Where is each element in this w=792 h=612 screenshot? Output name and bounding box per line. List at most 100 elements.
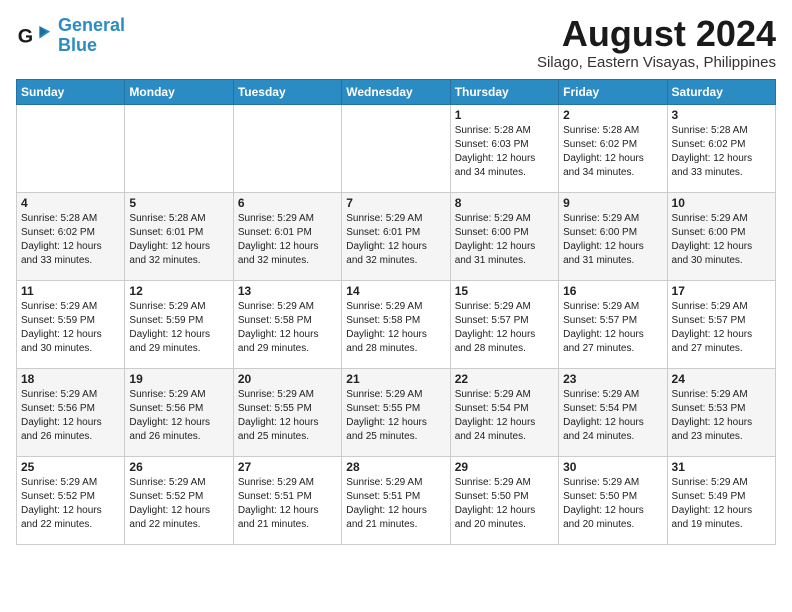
day-info: Sunrise: 5:29 AM Sunset: 5:50 PM Dayligh… <box>455 476 554 532</box>
day-info: Sunrise: 5:29 AM Sunset: 5:53 PM Dayligh… <box>672 388 771 444</box>
title-block: August 2024 Silago, Eastern Visayas, Phi… <box>537 16 776 71</box>
logo-icon: G <box>16 22 52 50</box>
calendar-cell: 28 Sunrise: 5:29 AM Sunset: 5:51 PM Dayli… <box>342 457 450 545</box>
calendar-cell: 5 Sunrise: 5:28 AM Sunset: 6:01 PM Daylig… <box>125 193 233 281</box>
day-number: 10 <box>672 196 771 210</box>
calendar-cell: 2 Sunrise: 5:28 AM Sunset: 6:02 PM Daylig… <box>559 105 667 193</box>
header-day-saturday: Saturday <box>667 80 775 105</box>
day-info: Sunrise: 5:28 AM Sunset: 6:03 PM Dayligh… <box>455 124 554 180</box>
location-subtitle: Silago, Eastern Visayas, Philippines <box>537 54 776 71</box>
day-info: Sunrise: 5:29 AM Sunset: 5:55 PM Dayligh… <box>238 388 337 444</box>
header-day-thursday: Thursday <box>450 80 558 105</box>
calendar-cell: 29 Sunrise: 5:29 AM Sunset: 5:50 PM Dayli… <box>450 457 558 545</box>
calendar-cell: 8 Sunrise: 5:29 AM Sunset: 6:00 PM Daylig… <box>450 193 558 281</box>
day-info: Sunrise: 5:28 AM Sunset: 6:02 PM Dayligh… <box>672 124 771 180</box>
day-info: Sunrise: 5:29 AM Sunset: 5:51 PM Dayligh… <box>238 476 337 532</box>
calendar-cell: 18 Sunrise: 5:29 AM Sunset: 5:56 PM Dayli… <box>17 369 125 457</box>
day-number: 23 <box>563 372 662 386</box>
day-number: 1 <box>455 108 554 122</box>
day-info: Sunrise: 5:29 AM Sunset: 5:49 PM Dayligh… <box>672 476 771 532</box>
header-day-tuesday: Tuesday <box>233 80 341 105</box>
calendar-cell: 19 Sunrise: 5:29 AM Sunset: 5:56 PM Dayli… <box>125 369 233 457</box>
day-number: 21 <box>346 372 445 386</box>
calendar-cell: 1 Sunrise: 5:28 AM Sunset: 6:03 PM Daylig… <box>450 105 558 193</box>
day-number: 20 <box>238 372 337 386</box>
calendar-cell: 11Sunrise: 5:29 AM Sunset: 5:59 PM Dayli… <box>17 281 125 369</box>
page-header: G General Blue August 2024 Silago, Easte… <box>16 16 776 71</box>
day-number: 3 <box>672 108 771 122</box>
day-number: 27 <box>238 460 337 474</box>
day-info: Sunrise: 5:29 AM Sunset: 5:58 PM Dayligh… <box>238 300 337 356</box>
calendar-cell: 30 Sunrise: 5:29 AM Sunset: 5:50 PM Dayli… <box>559 457 667 545</box>
calendar-cell: 15Sunrise: 5:29 AM Sunset: 5:57 PM Dayli… <box>450 281 558 369</box>
calendar-cell <box>342 105 450 193</box>
day-number: 9 <box>563 196 662 210</box>
day-info: Sunrise: 5:29 AM Sunset: 5:57 PM Dayligh… <box>455 300 554 356</box>
week-row-3: 11Sunrise: 5:29 AM Sunset: 5:59 PM Dayli… <box>17 281 776 369</box>
week-row-5: 25Sunrise: 5:29 AM Sunset: 5:52 PM Dayli… <box>17 457 776 545</box>
calendar-cell: 9 Sunrise: 5:29 AM Sunset: 6:00 PM Daylig… <box>559 193 667 281</box>
day-number: 4 <box>21 196 120 210</box>
day-number: 18 <box>21 372 120 386</box>
day-number: 13 <box>238 284 337 298</box>
day-info: Sunrise: 5:29 AM Sunset: 5:50 PM Dayligh… <box>563 476 662 532</box>
header-day-sunday: Sunday <box>17 80 125 105</box>
day-info: Sunrise: 5:29 AM Sunset: 5:58 PM Dayligh… <box>346 300 445 356</box>
header-row: SundayMondayTuesdayWednesdayThursdayFrid… <box>17 80 776 105</box>
day-number: 31 <box>672 460 771 474</box>
header-day-friday: Friday <box>559 80 667 105</box>
day-info: Sunrise: 5:29 AM Sunset: 5:59 PM Dayligh… <box>21 300 120 356</box>
day-info: Sunrise: 5:29 AM Sunset: 5:51 PM Dayligh… <box>346 476 445 532</box>
day-info: Sunrise: 5:29 AM Sunset: 5:55 PM Dayligh… <box>346 388 445 444</box>
calendar-cell: 23Sunrise: 5:29 AM Sunset: 5:54 PM Dayli… <box>559 369 667 457</box>
day-number: 28 <box>346 460 445 474</box>
calendar-header: SundayMondayTuesdayWednesdayThursdayFrid… <box>17 80 776 105</box>
day-info: Sunrise: 5:29 AM Sunset: 5:59 PM Dayligh… <box>129 300 228 356</box>
calendar-cell: 22 Sunrise: 5:29 AM Sunset: 5:54 PM Dayli… <box>450 369 558 457</box>
day-info: Sunrise: 5:29 AM Sunset: 5:56 PM Dayligh… <box>129 388 228 444</box>
month-year-title: August 2024 <box>537 16 776 52</box>
day-info: Sunrise: 5:29 AM Sunset: 5:54 PM Dayligh… <box>455 388 554 444</box>
header-day-wednesday: Wednesday <box>342 80 450 105</box>
logo-text: General Blue <box>58 16 125 56</box>
calendar-cell: 12 Sunrise: 5:29 AM Sunset: 5:59 PM Dayli… <box>125 281 233 369</box>
calendar-cell <box>125 105 233 193</box>
calendar-cell: 14 Sunrise: 5:29 AM Sunset: 5:58 PM Dayli… <box>342 281 450 369</box>
calendar-body: 1 Sunrise: 5:28 AM Sunset: 6:03 PM Daylig… <box>17 105 776 545</box>
calendar-cell: 20 Sunrise: 5:29 AM Sunset: 5:55 PM Dayli… <box>233 369 341 457</box>
day-number: 17 <box>672 284 771 298</box>
day-info: Sunrise: 5:29 AM Sunset: 6:00 PM Dayligh… <box>563 212 662 268</box>
day-number: 22 <box>455 372 554 386</box>
calendar-cell: 31 Sunrise: 5:29 AM Sunset: 5:49 PM Dayli… <box>667 457 775 545</box>
day-info: Sunrise: 5:28 AM Sunset: 6:01 PM Dayligh… <box>129 212 228 268</box>
day-number: 29 <box>455 460 554 474</box>
day-number: 19 <box>129 372 228 386</box>
calendar-cell: 13 Sunrise: 5:29 AM Sunset: 5:58 PM Dayli… <box>233 281 341 369</box>
day-number: 8 <box>455 196 554 210</box>
header-day-monday: Monday <box>125 80 233 105</box>
day-number: 5 <box>129 196 228 210</box>
calendar-cell: 10Sunrise: 5:29 AM Sunset: 6:00 PM Dayli… <box>667 193 775 281</box>
calendar-cell: 21 Sunrise: 5:29 AM Sunset: 5:55 PM Dayli… <box>342 369 450 457</box>
calendar-cell: 16Sunrise: 5:29 AM Sunset: 5:57 PM Dayli… <box>559 281 667 369</box>
day-info: Sunrise: 5:29 AM Sunset: 5:52 PM Dayligh… <box>129 476 228 532</box>
day-info: Sunrise: 5:29 AM Sunset: 6:01 PM Dayligh… <box>238 212 337 268</box>
week-row-1: 1 Sunrise: 5:28 AM Sunset: 6:03 PM Daylig… <box>17 105 776 193</box>
week-row-4: 18 Sunrise: 5:29 AM Sunset: 5:56 PM Dayli… <box>17 369 776 457</box>
day-info: Sunrise: 5:28 AM Sunset: 6:02 PM Dayligh… <box>563 124 662 180</box>
calendar-cell: 26 Sunrise: 5:29 AM Sunset: 5:52 PM Dayli… <box>125 457 233 545</box>
day-info: Sunrise: 5:29 AM Sunset: 6:00 PM Dayligh… <box>455 212 554 268</box>
day-info: Sunrise: 5:29 AM Sunset: 5:57 PM Dayligh… <box>672 300 771 356</box>
calendar-cell: 24Sunrise: 5:29 AM Sunset: 5:53 PM Dayli… <box>667 369 775 457</box>
day-info: Sunrise: 5:29 AM Sunset: 5:52 PM Dayligh… <box>21 476 120 532</box>
day-number: 12 <box>129 284 228 298</box>
week-row-2: 4Sunrise: 5:28 AM Sunset: 6:02 PM Daylig… <box>17 193 776 281</box>
day-number: 14 <box>346 284 445 298</box>
logo-line1: General <box>58 15 125 35</box>
day-number: 26 <box>129 460 228 474</box>
svg-text:G: G <box>18 25 33 47</box>
calendar-table: SundayMondayTuesdayWednesdayThursdayFrid… <box>16 79 776 545</box>
day-number: 30 <box>563 460 662 474</box>
day-info: Sunrise: 5:29 AM Sunset: 5:56 PM Dayligh… <box>21 388 120 444</box>
day-number: 2 <box>563 108 662 122</box>
